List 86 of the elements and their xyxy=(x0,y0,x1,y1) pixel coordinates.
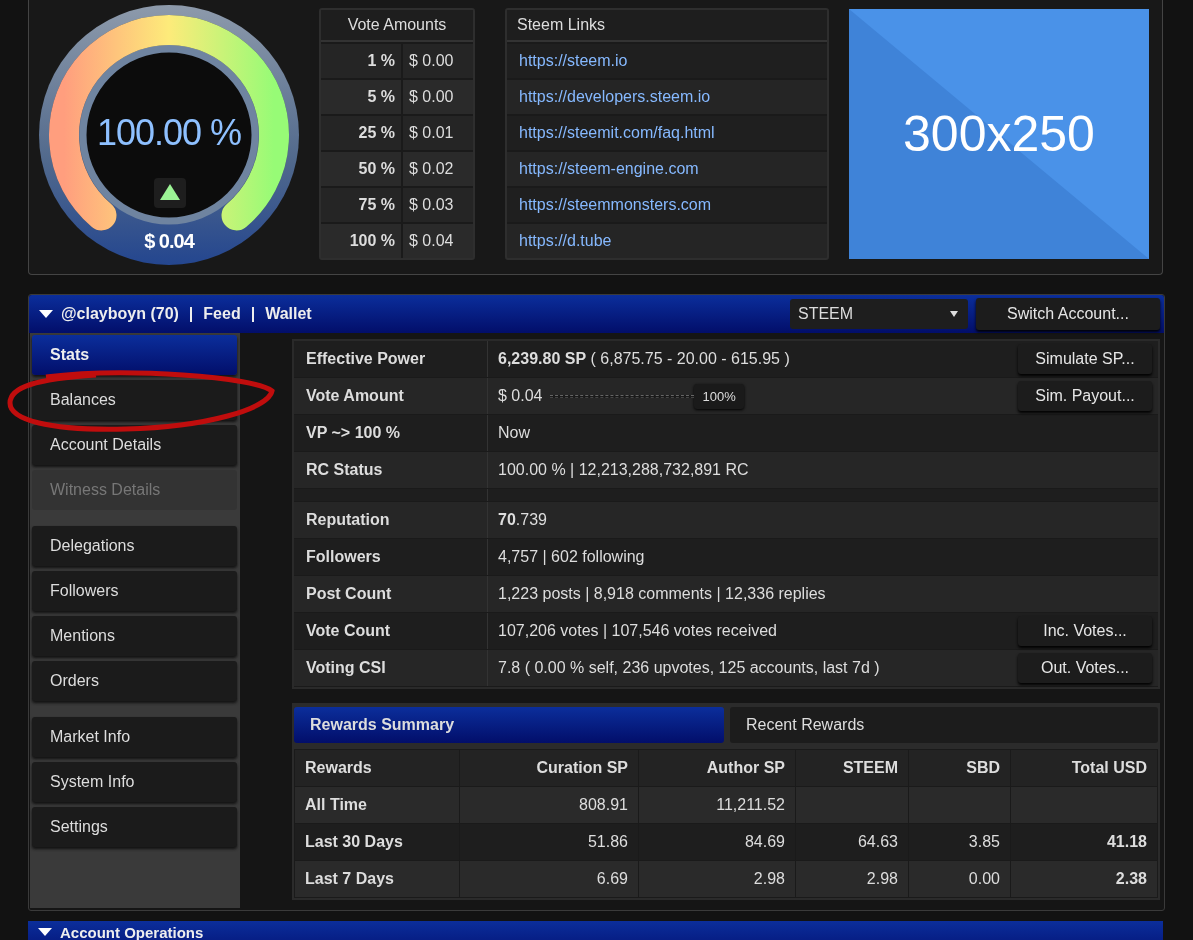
stat-value: Now xyxy=(498,424,530,442)
link[interactable]: https://d.tube xyxy=(519,232,612,249)
column-header: Rewards xyxy=(294,749,460,787)
sidebar-item[interactable]: Orders xyxy=(32,661,237,701)
column-header: Curation SP xyxy=(459,749,639,787)
table-cell: Last 7 Days xyxy=(305,870,394,887)
caret-down-icon[interactable] xyxy=(38,927,52,937)
currency-select[interactable]: STEEM xyxy=(790,299,968,329)
stat-label: Voting CSI xyxy=(294,650,488,686)
table-cell: 6.69 xyxy=(596,870,628,887)
table-cell-text: $ 0.04 xyxy=(408,231,454,251)
stat-label: VP ~> 100 % xyxy=(294,415,488,451)
stat-value: 107,206 votes | 107,546 votes received xyxy=(498,622,777,640)
table-cell: 64.63 xyxy=(857,833,898,850)
tab[interactable]: Rewards Summary xyxy=(294,707,724,743)
stat-label: RC Status xyxy=(294,452,488,488)
table-cell: 11,211.52 xyxy=(716,796,785,813)
table-cell: 2.98 xyxy=(753,870,785,887)
action-button[interactable]: Sim. Payout... xyxy=(1018,381,1152,411)
column-header: Author SP xyxy=(638,749,796,787)
sidebar-item[interactable]: Settings xyxy=(32,807,237,847)
column-header: SBD xyxy=(908,749,1011,787)
table-cell-text: $ 0.03 xyxy=(408,195,454,215)
stat-label: Reputation xyxy=(294,502,488,538)
stat-label: Vote Count xyxy=(294,613,488,649)
table-cell-text: $ 0.00 xyxy=(408,51,454,71)
sidebar-item[interactable]: Stats xyxy=(32,335,237,375)
table-header: Steem Links xyxy=(507,10,827,42)
table-cell: 41.18 xyxy=(1106,833,1147,850)
table-header: Vote Amounts xyxy=(321,10,473,42)
caret-down-icon[interactable] xyxy=(39,309,53,319)
table-cell: 2.38 xyxy=(1115,870,1147,887)
table-cell-text: $ 0.02 xyxy=(408,159,454,179)
sidebar-item[interactable]: Account Details xyxy=(32,425,237,465)
section-title: Account Operations xyxy=(60,923,204,940)
username-link[interactable]: @clayboyn (70) xyxy=(61,305,179,323)
column-header: STEEM xyxy=(795,749,909,787)
table-cell: 808.91 xyxy=(579,796,628,813)
nav-link[interactable]: Feed xyxy=(203,305,241,323)
column-header: Total USD xyxy=(1010,749,1158,787)
table-cell: 51.86 xyxy=(587,833,628,850)
sidebar-item[interactable]: Market Info xyxy=(32,717,237,757)
table-cell: 50 % xyxy=(321,152,403,186)
tab[interactable]: Recent Rewards xyxy=(730,707,1158,743)
table-cell: All Time xyxy=(305,796,367,813)
stat-label: Followers xyxy=(294,539,488,575)
table-cell: 2.98 xyxy=(866,870,898,887)
vote-weight-slider[interactable] xyxy=(550,394,695,398)
gauge-payout: $ 0.04 xyxy=(144,230,194,252)
stat-value: 6,239.80 SP ( 6,875.75 - 20.00 - 615.95 ) xyxy=(498,350,790,368)
stat-value: 7.8 ( 0.00 % self, 236 upvotes, 125 accounts, last 7d ) xyxy=(498,659,880,677)
action-button[interactable]: Inc. Votes... xyxy=(1018,616,1152,646)
stat-label: Vote Amount xyxy=(294,378,488,414)
link[interactable]: https://steem.io xyxy=(519,52,628,69)
gauge-value: 100.00 % xyxy=(96,112,242,154)
nav-link[interactable]: Wallet xyxy=(265,305,312,323)
table-cell: 84.69 xyxy=(744,833,785,850)
dropdown-arrow-icon xyxy=(950,311,958,317)
sidebar-item[interactable]: Balances xyxy=(32,380,237,420)
separator: | xyxy=(249,305,257,323)
slider-value: 100% xyxy=(694,383,744,409)
table-cell: 3.85 xyxy=(968,833,1000,850)
sidebar-item[interactable]: Followers xyxy=(32,571,237,611)
ad-size-label: 300x250 xyxy=(903,105,1095,163)
switch-account-button[interactable]: Switch Account... xyxy=(976,298,1160,330)
stat-value: 1,223 posts | 8,918 comments | 12,336 replies xyxy=(498,585,826,603)
table-cell: 0.00 xyxy=(968,870,1000,887)
stat-value: 70.739 xyxy=(498,511,547,529)
sidebar-item[interactable]: System Info xyxy=(32,762,237,802)
table-cell: 5 % xyxy=(321,80,403,114)
link[interactable]: https://developers.steem.io xyxy=(519,88,711,105)
stat-value: $ 0.04 xyxy=(498,387,543,405)
stat-label: Effective Power xyxy=(294,341,488,377)
separator: | xyxy=(187,305,195,323)
sidebar-item[interactable]: Mentions xyxy=(32,616,237,656)
table-cell-text: $ 0.00 xyxy=(408,87,454,107)
table-cell: Last 30 Days xyxy=(305,833,403,850)
sidebar-item[interactable]: Delegations xyxy=(32,526,237,566)
stat-value: 4,757 | 602 following xyxy=(498,548,645,566)
table-cell: 100 % xyxy=(321,224,403,258)
link[interactable]: https://steem-engine.com xyxy=(519,160,699,177)
action-button[interactable]: Out. Votes... xyxy=(1018,653,1152,683)
stat-value: 100.00 % | 12,213,288,732,891 RC xyxy=(498,461,749,479)
table-cell-text: $ 0.01 xyxy=(408,123,454,143)
stat-label: Post Count xyxy=(294,576,488,612)
action-button[interactable]: Simulate SP... xyxy=(1018,344,1152,374)
